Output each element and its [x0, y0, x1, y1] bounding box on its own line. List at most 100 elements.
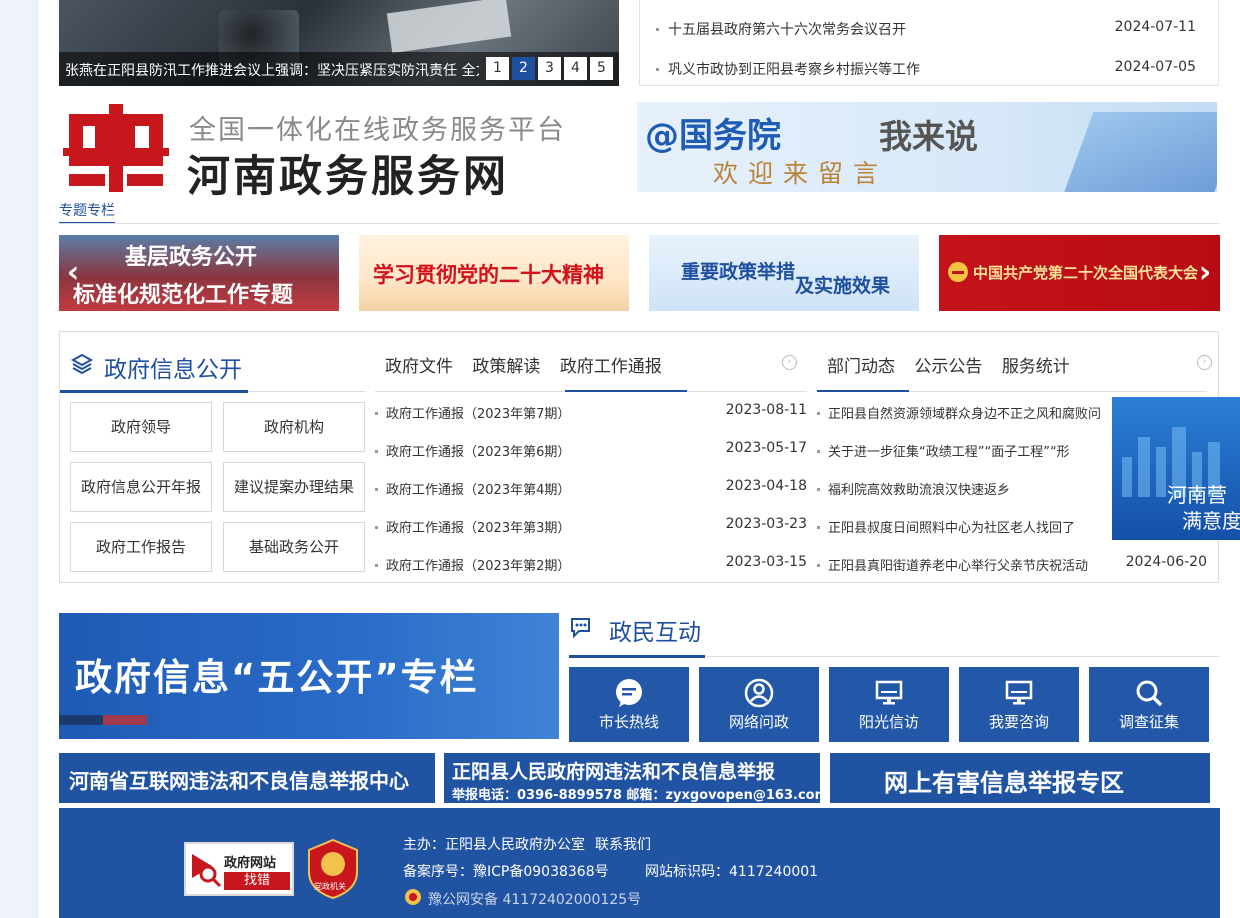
list-item[interactable]: 十五届县政府第六十六次常务会议召开 2024-07-11 [656, 19, 1196, 39]
henan-report-center-banner[interactable]: 河南省互联网违法和不良信息举报中心 [59, 753, 435, 803]
pager-1[interactable]: 1 [486, 57, 509, 80]
footer-police-record[interactable]: 豫公网安备 41172402000125号 [428, 889, 641, 909]
dept-tabs: 部门动态 公示公告 服务统计 [827, 352, 1084, 377]
emblem-label: 党政机关 [314, 882, 346, 891]
bullet [375, 564, 378, 567]
topic-line: 及实施效果 [795, 275, 891, 297]
tab-dept-news[interactable]: 部门动态 [827, 357, 895, 377]
tab-notices[interactable]: 公示公告 [914, 357, 982, 377]
doc-title[interactable]: 政府工作通报（2023年第7期） [386, 403, 570, 422]
pager-5[interactable]: 5 [590, 57, 613, 80]
doc-title[interactable]: 政府工作通报（2023年第6期） [386, 441, 570, 460]
jiucuo-badge[interactable]: 政府网站 找错 [184, 842, 294, 896]
top-news-list: 十五届县政府第六十六次常务会议召开 2024-07-11 巩义市政协到正阳县考察… [639, 0, 1219, 86]
doc-title[interactable]: 政府工作通报（2023年第4期） [386, 479, 570, 498]
list-item[interactable]: 政府工作通报（2023年第2期） 2023-03-15 [375, 554, 807, 575]
party-gov-emblem[interactable]: 党政机关 [307, 838, 359, 900]
doc-date: 2023-03-23 [725, 516, 807, 532]
list-item[interactable]: 正阳县真阳街道养老中心举行父亲节庆祝活动 2024-06-20 [817, 554, 1207, 575]
henan-gov-service-banner[interactable]: 全国一体化在线政务服务平台 河南政务服务网 [59, 100, 621, 202]
gwy-title-b: 我来说 [879, 117, 978, 156]
topic-line: 学习贯彻党的二十大精神 [373, 263, 604, 287]
consult-button[interactable]: 我要咨询 [959, 667, 1079, 742]
dept-title[interactable]: 关于进一步征集“政绩工程”“面子工程”“形 [828, 441, 1158, 460]
topic-banner[interactable]: 重要政策举措 及实施效果 [649, 235, 919, 311]
banner-text: 河南省互联网违法和不良信息举报中心 [69, 769, 409, 793]
pager-2[interactable]: 2 [512, 57, 535, 80]
news-title[interactable]: 十五届县政府第六十六次常务会议召开 [668, 19, 906, 39]
dept-title[interactable]: 正阳县叔度日间照料中心为社区老人找回了 [828, 517, 1158, 536]
floating-ad[interactable]: 河南营 满意度 [1112, 397, 1240, 540]
dept-title[interactable]: 正阳县自然资源领域群众身边不正之风和腐败问 [828, 403, 1158, 422]
online-inquiry-button[interactable]: 网络问政 [699, 667, 819, 742]
bullet [817, 412, 820, 415]
doc-title[interactable]: 政府工作通报（2023年第2期） [386, 555, 570, 574]
active-underline [565, 390, 687, 392]
guowuyuan-banner[interactable]: @国务院 我来说 欢迎来留言 [637, 102, 1217, 192]
bullet [817, 450, 820, 453]
topic-line: 基层政务公开 [125, 245, 258, 270]
jiucuo-label: 找错 [224, 872, 290, 890]
active-underline [817, 390, 909, 392]
news-caption[interactable]: 张燕在正阳县防汛工作推进会议上强调：坚决压紧压实防汛责任 全力 [65, 60, 479, 80]
list-item[interactable]: 政府工作通报（2023年第3期） 2023-03-23 [375, 516, 807, 537]
chat-bubble-icon [616, 679, 642, 707]
party-emblem-icon [948, 262, 968, 282]
dept-title[interactable]: 福利院高效救助流浪汉快速返乡 [828, 479, 1158, 498]
chevron-right-icon[interactable]: › [1191, 258, 1219, 288]
banner-decoration [1060, 112, 1217, 192]
list-item[interactable]: 巩义市政协到正阳县考察乡村振兴等工作 2024-07-05 [656, 59, 1196, 79]
docs-tabs: 政府文件 政策解读 政府工作通报 [385, 352, 676, 377]
more-icon[interactable]: › [782, 355, 797, 370]
active-underline [60, 390, 248, 393]
petition-button[interactable]: 阳光信访 [829, 667, 949, 742]
more-icon[interactable]: › [1197, 355, 1212, 370]
gov-info-button[interactable]: 政府机构 [223, 402, 365, 452]
pager-3[interactable]: 3 [538, 57, 561, 80]
magnifier-icon [192, 854, 222, 888]
news-slider[interactable]: 张燕在正阳县防汛工作推进会议上强调：坚决压紧压实防汛责任 全力 1 2 3 4 … [59, 0, 619, 86]
banner-text: 网上有害信息举报专区 [884, 769, 1124, 797]
banner-subtext: 举报电话：0396-8899578 邮箱：zyxgovopen@163.com [452, 788, 820, 803]
topic-banner[interactable]: 基层政务公开 标准化规范化工作专题 [59, 235, 339, 311]
gov-info-button[interactable]: 政府信息公开年报 [70, 462, 212, 512]
tab-work-report[interactable]: 政府工作通报 [560, 357, 662, 377]
decor-bar [103, 715, 147, 725]
bullet [817, 564, 820, 567]
gov-info-button[interactable]: 建议提案办理结果 [223, 462, 365, 512]
bullet [817, 526, 820, 529]
news-title[interactable]: 巩义市政协到正阳县考察乡村振兴等工作 [668, 59, 920, 79]
tab-gov-docs[interactable]: 政府文件 [385, 357, 453, 377]
button-label: 网络问政 [728, 713, 789, 731]
chat-icon [571, 618, 590, 639]
contact-link[interactable]: 联系我们 [595, 834, 651, 854]
tab-policy[interactable]: 政策解读 [472, 357, 540, 377]
doc-date: 2023-08-11 [725, 402, 807, 418]
topic-banner[interactable]: 中国共产党第二十次全国代表大会 [939, 235, 1220, 311]
five-open-banner[interactable]: 政府信息“五公开”专栏 [59, 613, 559, 739]
list-item[interactable]: 政府工作通报（2023年第6期） 2023-05-17 [375, 440, 807, 461]
gwy-subtitle: 欢迎来留言 [713, 159, 889, 188]
gov-info-button[interactable]: 政府工作报告 [70, 522, 212, 572]
footer-icp[interactable]: 备案序号：豫ICP备09038368号 [403, 861, 609, 881]
list-item[interactable]: 政府工作通报（2023年第7期） 2023-08-11 [375, 402, 807, 423]
list-item[interactable]: 政府工作通报（2023年第4期） 2023-04-18 [375, 478, 807, 499]
harmful-info-report-banner[interactable]: 网上有害信息举报专区 [830, 753, 1210, 803]
page: 张燕在正阳县防汛工作推进会议上强调：坚决压紧压实防汛责任 全力 1 2 3 4 … [39, 0, 1240, 918]
doc-date: 2023-04-18 [725, 478, 807, 494]
news-date: 2024-07-11 [1114, 19, 1196, 35]
chevron-left-icon[interactable]: ‹ [59, 258, 87, 288]
gov-info-title: 政府信息公开 [104, 357, 242, 383]
zhengyang-report-banner[interactable]: 正阳县人民政府网违法和不良信息举报 举报电话：0396-8899578 邮箱：z… [444, 753, 820, 803]
doc-title[interactable]: 政府工作通报（2023年第3期） [386, 517, 570, 536]
gov-info-button[interactable]: 政府领导 [70, 402, 212, 452]
tab-service-stats[interactable]: 服务统计 [1002, 357, 1070, 377]
mayor-hotline-button[interactable]: 市长热线 [569, 667, 689, 742]
dept-title[interactable]: 正阳县真阳街道养老中心举行父亲节庆祝活动 [828, 555, 1128, 574]
topic-line: 标准化规范化工作专题 [73, 283, 294, 308]
henan-logo-icon [63, 104, 169, 192]
pager-4[interactable]: 4 [564, 57, 587, 80]
topic-banner[interactable]: 学习贯彻党的二十大精神 [359, 235, 629, 311]
survey-button[interactable]: 调查征集 [1089, 667, 1209, 742]
gov-info-button[interactable]: 基础政务公开 [223, 522, 365, 572]
